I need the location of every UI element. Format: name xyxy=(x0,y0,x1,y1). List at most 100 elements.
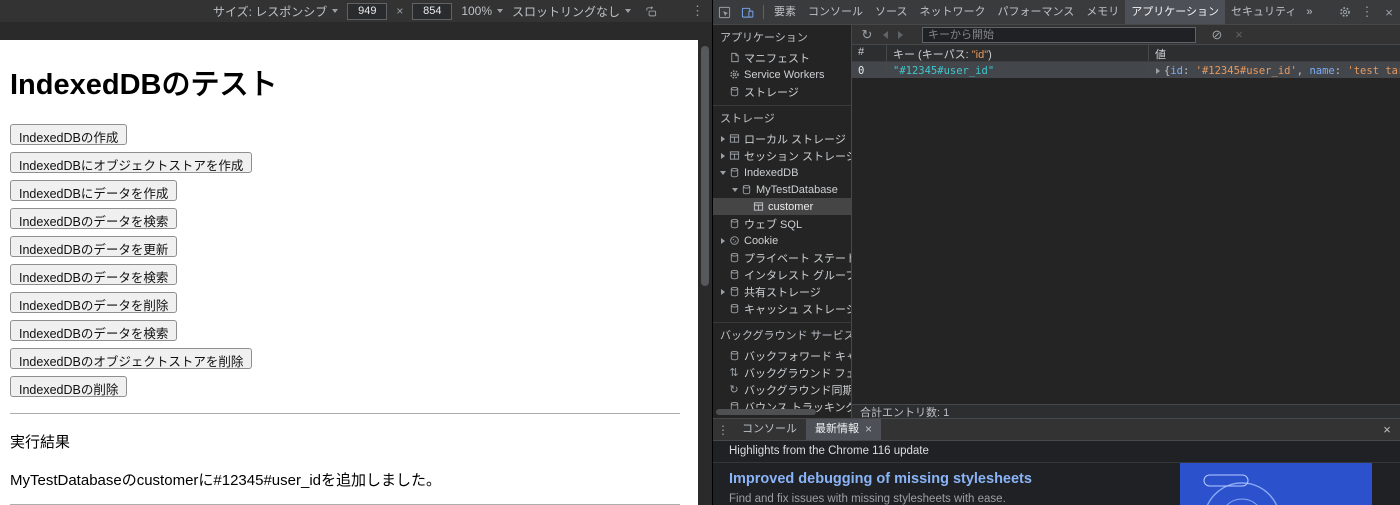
expand-value-icon[interactable] xyxy=(1156,67,1160,74)
sidebar-item-cookie[interactable]: Cookie xyxy=(713,232,851,249)
tab-performance[interactable]: パフォーマンス xyxy=(991,0,1080,24)
row-key: "#12345#user_id" xyxy=(887,62,1149,78)
whatsnew-thumbnail[interactable] xyxy=(1180,463,1372,505)
sidebar-item-mytestdatabase[interactable]: MyTestDatabase xyxy=(713,181,851,198)
sidebar-item-label: MyTestDatabase xyxy=(756,183,838,196)
row-index: 0 xyxy=(852,62,887,78)
table-icon xyxy=(751,201,765,212)
sidebar-item-interest-groups[interactable]: インタレスト グループ xyxy=(713,266,851,283)
page-scrollbar[interactable] xyxy=(699,40,710,505)
sidebar-item-session-storage[interactable]: セッション ストレージ xyxy=(713,147,851,164)
sidebar-item-local-storage[interactable]: ローカル ストレージ xyxy=(713,130,851,147)
devtools-menu-icon[interactable]: ⋮ xyxy=(1356,4,1378,20)
indexeddb-data-row[interactable]: 0 "#12345#user_id" {id: '#12345#user_id'… xyxy=(852,62,1400,78)
sidebar-item-background-fetch[interactable]: ⇅ バックグラウンド フェッ xyxy=(713,364,851,381)
button-create-db[interactable]: IndexedDBの作成 xyxy=(10,124,128,145)
expander-icon[interactable] xyxy=(718,289,727,295)
tab-security[interactable]: セキュリティ xyxy=(1225,0,1302,24)
expander-icon[interactable] xyxy=(730,188,739,192)
rotate-device-icon[interactable] xyxy=(644,5,657,18)
preview-punct: , xyxy=(1296,64,1310,77)
expander-icon[interactable] xyxy=(718,238,727,244)
sidebar-item-cache-storage[interactable]: キャッシュ ストレージ xyxy=(713,300,851,317)
drawer-menu-icon[interactable]: ⋮ xyxy=(713,423,733,437)
indexeddb-data-view: ↻ ⊘ × # キー (キーパス: "id") 値 0 "#12345#user… xyxy=(852,25,1400,404)
refresh-icon[interactable]: ↻ xyxy=(858,26,876,44)
inspect-icon[interactable] xyxy=(713,6,736,19)
database-icon xyxy=(727,218,741,229)
sidebar-item-back-forward-cache[interactable]: バックフォワード キャッ xyxy=(713,347,851,364)
database-icon xyxy=(727,167,741,178)
button-search-data-3[interactable]: IndexedDBのデータを検索 xyxy=(10,320,178,341)
tab-console[interactable]: コンソール xyxy=(802,0,869,24)
button-search-data-2[interactable]: IndexedDBのデータを検索 xyxy=(10,264,178,285)
database-icon xyxy=(739,184,753,195)
tab-sources[interactable]: ソース xyxy=(869,0,913,24)
sidebar-item-shared-storage[interactable]: 共有ストレージ xyxy=(713,283,851,300)
sidebar-item-label: IndexedDB xyxy=(744,166,799,179)
section-header-storage[interactable]: ストレージ xyxy=(713,106,851,130)
device-size-dropdown[interactable]: サイズ: レスポンシブ xyxy=(213,3,339,20)
tab-network[interactable]: ネットワーク xyxy=(913,0,991,24)
sidebar-item-web-sql[interactable]: ウェブ SQL xyxy=(713,215,851,232)
sidebar-item-indexeddb[interactable]: IndexedDB xyxy=(713,164,851,181)
viewport-height-input[interactable] xyxy=(412,2,453,20)
web-page: IndexedDBのテスト IndexedDBの作成 IndexedDBにオブジ… xyxy=(0,40,698,505)
drawer-close-icon[interactable]: × xyxy=(1374,422,1400,437)
viewport-width-input[interactable] xyxy=(347,2,388,20)
sidebar-item-label: ローカル ストレージ xyxy=(744,133,846,146)
row-value: {id: '#12345#user_id', name: 'test taro'… xyxy=(1149,62,1400,78)
expander-icon[interactable] xyxy=(718,136,727,142)
next-page-icon[interactable] xyxy=(898,30,903,39)
sidebar-item-label: バックグラウンド フェッ xyxy=(744,367,851,380)
button-create-object-store[interactable]: IndexedDBにオブジェクトストアを作成 xyxy=(10,152,253,173)
page-title: IndexedDBのテスト xyxy=(10,69,278,101)
sidebar-item-customer[interactable]: customer xyxy=(713,198,851,215)
tab-elements[interactable]: 要素 xyxy=(768,0,802,24)
drawer-tab-console[interactable]: コンソール xyxy=(733,419,806,440)
button-create-data[interactable]: IndexedDBにデータを作成 xyxy=(10,180,178,201)
database-icon xyxy=(727,252,741,263)
section-header-application[interactable]: アプリケーション xyxy=(713,25,851,49)
chevron-down-icon xyxy=(497,9,504,13)
throttling-dropdown[interactable]: スロットリングなし xyxy=(512,3,632,20)
data-view-toolbar: ↻ ⊘ × xyxy=(852,25,1400,45)
sidebar-item-manifest[interactable]: マニフェスト xyxy=(713,49,851,66)
key-filter-input[interactable] xyxy=(922,26,1196,43)
expander-icon[interactable] xyxy=(718,171,727,175)
tab-application[interactable]: アプリケーション xyxy=(1125,0,1226,24)
zoom-dropdown[interactable]: 100% xyxy=(461,4,504,18)
devtools-tabbar: 要素 コンソール ソース ネットワーク パフォーマンス メモリ アプリケーション… xyxy=(713,0,1400,25)
settings-gear-icon[interactable] xyxy=(1334,6,1356,18)
sidebar-item-label: customer xyxy=(768,200,814,213)
device-toolbar-menu-icon[interactable]: ⋮ xyxy=(691,3,704,19)
button-delete-object-store[interactable]: IndexedDBのオブジェクトストアを削除 xyxy=(10,348,253,369)
database-icon xyxy=(727,86,741,97)
button-search-data-1[interactable]: IndexedDBのデータを検索 xyxy=(10,208,178,229)
clear-object-store-icon[interactable]: ⊘ xyxy=(1208,26,1226,44)
sidebar-item-service-workers[interactable]: Service Workers xyxy=(713,66,851,83)
button-update-data[interactable]: IndexedDBのデータを更新 xyxy=(10,236,178,257)
result-heading: 実行結果 xyxy=(10,434,71,451)
database-icon xyxy=(727,303,741,314)
button-delete-db[interactable]: IndexedDBの削除 xyxy=(10,376,128,397)
tab-memory[interactable]: メモリ xyxy=(1080,0,1125,24)
more-tabs-button[interactable]: » xyxy=(1302,0,1316,24)
preview-prop-name: name xyxy=(1309,64,1335,77)
sidebar-item-storage[interactable]: ストレージ xyxy=(713,83,851,100)
sidebar-item-private-state-tokens[interactable]: プライベート ステート ト xyxy=(713,249,851,266)
button-delete-data[interactable]: IndexedDBのデータを削除 xyxy=(10,292,178,313)
sidebar-item-background-sync[interactable]: ↻ バックグラウンド同期 xyxy=(713,381,851,398)
close-tab-icon[interactable]: × xyxy=(865,419,872,440)
previous-page-icon[interactable] xyxy=(883,30,888,39)
drawer-tab-whatsnew[interactable]: 最新情報 × xyxy=(806,419,882,440)
scrollbar-thumb[interactable] xyxy=(700,46,709,286)
device-toolbar-toggle-icon[interactable] xyxy=(736,6,759,19)
database-icon xyxy=(727,350,741,361)
delete-selected-icon[interactable]: × xyxy=(1230,26,1248,44)
section-header-background-services[interactable]: バックグラウンド サービス xyxy=(713,323,851,347)
devtools-close-icon[interactable]: × xyxy=(1378,5,1400,20)
database-icon xyxy=(727,286,741,297)
expander-icon[interactable] xyxy=(718,153,727,159)
sidebar-horizontal-scrollbar[interactable] xyxy=(716,409,816,415)
